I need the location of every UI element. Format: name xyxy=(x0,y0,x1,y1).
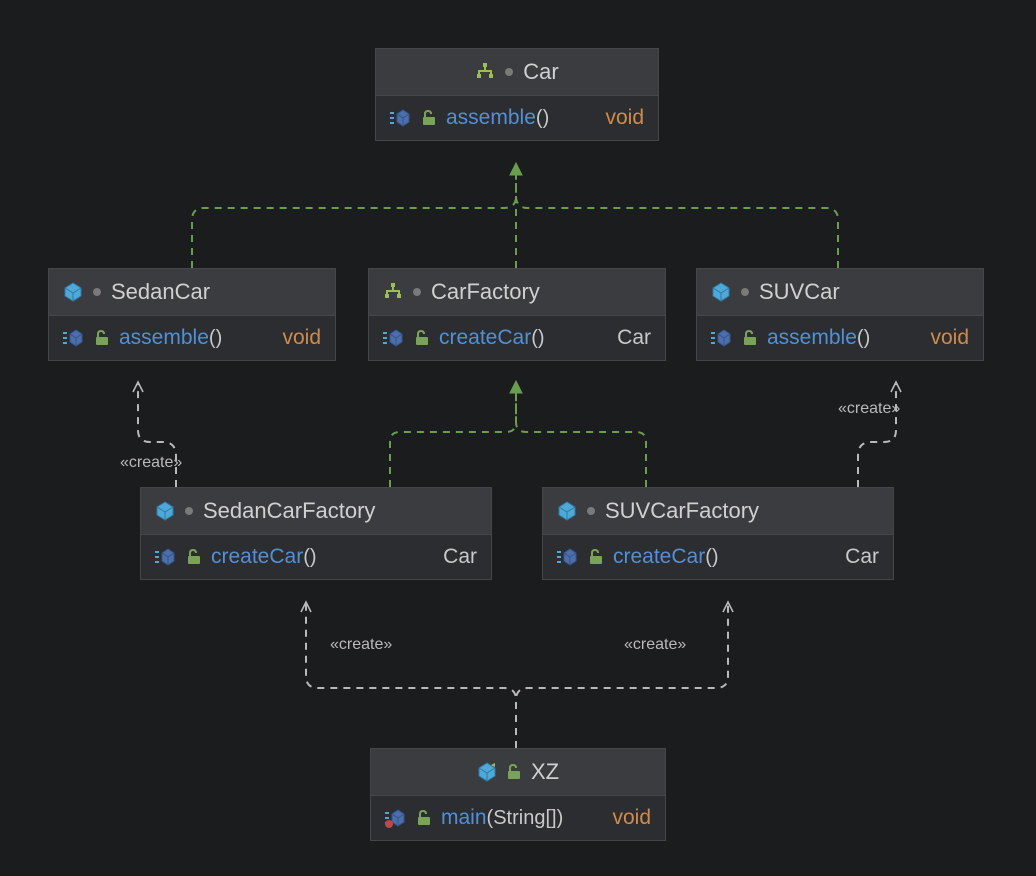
class-name: SUVCar xyxy=(759,279,840,305)
unlock-icon xyxy=(187,549,201,565)
edge-xz-sedancarfactory xyxy=(306,602,516,748)
method-name: assemble() xyxy=(446,106,549,130)
class-carfactory[interactable]: CarFactory createCar() Car xyxy=(368,268,666,361)
visibility-dot xyxy=(413,288,421,296)
class-header: SUVCarFactory xyxy=(543,488,893,535)
class-icon xyxy=(63,282,83,302)
unlock-icon xyxy=(415,330,429,346)
class-icon xyxy=(711,282,731,302)
method-name: createCar() xyxy=(439,326,545,350)
edge-suvcarfactory-suvcar xyxy=(858,382,896,487)
edge-xz-suvcarfactory xyxy=(516,602,728,748)
method-icon xyxy=(63,329,85,347)
class-body: assemble() void xyxy=(49,316,335,360)
class-suvcar[interactable]: SUVCar assemble() void xyxy=(696,268,984,361)
method-row[interactable]: createCar() Car xyxy=(369,316,665,360)
method-icon xyxy=(383,329,405,347)
interface-icon xyxy=(475,62,495,82)
stereotype-create-4: «create» xyxy=(624,636,686,654)
method-name: createCar() xyxy=(613,545,719,569)
visibility-dot xyxy=(741,288,749,296)
class-header: Car xyxy=(376,49,658,96)
class-icon xyxy=(477,762,497,782)
visibility-dot xyxy=(587,507,595,515)
class-icon xyxy=(557,501,577,521)
class-body: createCar() Car xyxy=(369,316,665,360)
return-type: Car xyxy=(845,545,879,569)
method-row[interactable]: main(String[]) void xyxy=(371,796,665,840)
return-type: void xyxy=(605,106,644,130)
edge-suvcar-car xyxy=(516,164,838,268)
class-icon xyxy=(155,501,175,521)
return-type: void xyxy=(930,326,969,350)
class-name: SedanCar xyxy=(111,279,210,305)
interface-icon xyxy=(383,282,403,302)
class-name: SedanCarFactory xyxy=(203,498,375,524)
edge-sedancar-car xyxy=(192,164,516,268)
class-body: createCar() Car xyxy=(543,535,893,579)
class-car[interactable]: Car assemble() void xyxy=(375,48,659,141)
unlock-icon xyxy=(95,330,109,346)
method-name: assemble() xyxy=(119,326,222,350)
class-name: XZ xyxy=(531,759,559,785)
class-header: SUVCar xyxy=(697,269,983,316)
method-icon xyxy=(390,109,412,127)
unlock-icon xyxy=(743,330,757,346)
uml-diagram-canvas: «create» «create» «create» «create» Car … xyxy=(0,0,1036,876)
method-row[interactable]: createCar() Car xyxy=(543,535,893,579)
method-row[interactable]: assemble() void xyxy=(697,316,983,360)
class-header: XZ xyxy=(371,749,665,796)
class-sedancarfactory[interactable]: SedanCarFactory createCar() Car xyxy=(140,487,492,580)
class-name: CarFactory xyxy=(431,279,540,305)
class-body: assemble() void xyxy=(376,96,658,140)
return-type: void xyxy=(282,326,321,350)
edge-sedancarfactory-carfactory xyxy=(390,382,516,487)
method-row[interactable]: assemble() void xyxy=(376,96,658,140)
unlock-icon xyxy=(589,549,603,565)
class-xz[interactable]: XZ main(String[]) void xyxy=(370,748,666,841)
class-header: SedanCarFactory xyxy=(141,488,491,535)
method-icon xyxy=(711,329,733,347)
class-name: SUVCarFactory xyxy=(605,498,759,524)
visibility-dot xyxy=(185,507,193,515)
class-header: CarFactory xyxy=(369,269,665,316)
edge-suvcarfactory-carfactory xyxy=(516,382,646,487)
class-sedancar[interactable]: SedanCar assemble() void xyxy=(48,268,336,361)
class-header: SedanCar xyxy=(49,269,335,316)
class-suvcarfactory[interactable]: SUVCarFactory createCar() Car xyxy=(542,487,894,580)
method-row[interactable]: createCar() Car xyxy=(141,535,491,579)
unlock-icon xyxy=(507,764,521,780)
class-body: assemble() void xyxy=(697,316,983,360)
class-body: main(String[]) void xyxy=(371,796,665,840)
return-type: void xyxy=(612,806,651,830)
method-name: createCar() xyxy=(211,545,317,569)
method-icon xyxy=(155,548,177,566)
method-name: main(String[]) xyxy=(441,806,563,830)
method-row[interactable]: assemble() void xyxy=(49,316,335,360)
stereotype-create-2: «create» xyxy=(838,400,900,418)
method-icon xyxy=(557,548,579,566)
visibility-dot xyxy=(505,68,513,76)
unlock-icon xyxy=(417,810,431,826)
stereotype-create-1: «create» xyxy=(120,454,182,472)
visibility-dot xyxy=(93,288,101,296)
stereotype-create-3: «create» xyxy=(330,636,392,654)
method-static-icon xyxy=(385,808,407,828)
class-name: Car xyxy=(523,59,558,85)
class-body: createCar() Car xyxy=(141,535,491,579)
return-type: Car xyxy=(617,326,651,350)
return-type: Car xyxy=(443,545,477,569)
method-name: assemble() xyxy=(767,326,870,350)
unlock-icon xyxy=(422,110,436,126)
